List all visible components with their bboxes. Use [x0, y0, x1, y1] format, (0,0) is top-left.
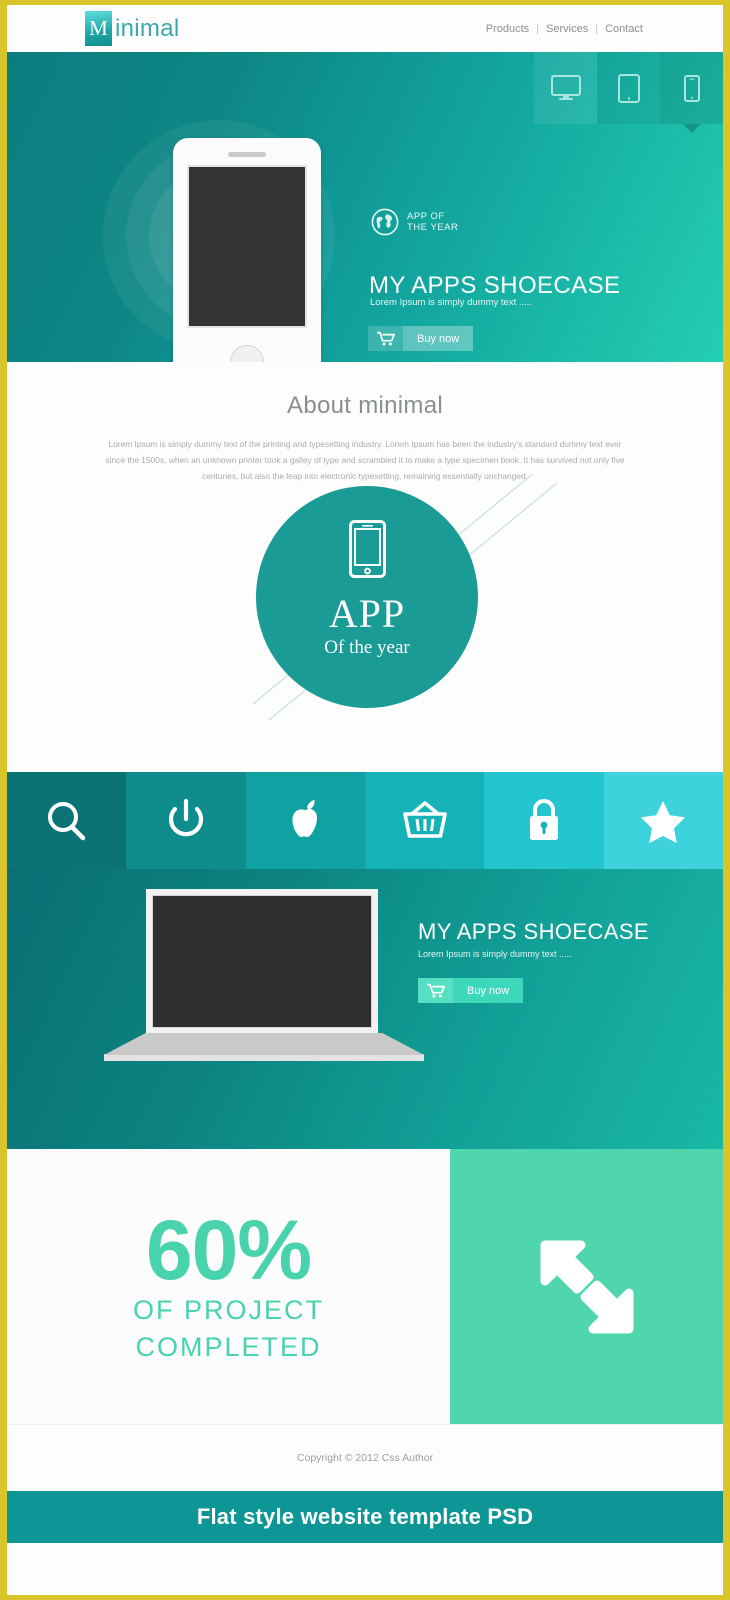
app-badge-wrapper: APP Of the year	[7, 474, 723, 734]
search-icon	[47, 801, 85, 840]
laptop-buy-now-label: Buy now	[453, 978, 524, 1003]
site-logo[interactable]: M inimal	[85, 11, 179, 46]
app-of-the-year-badge: APP OF THE YEAR	[371, 208, 458, 236]
lock-icon	[529, 798, 558, 840]
laptop-buy-now-button[interactable]: Buy now	[418, 978, 649, 1003]
logo-text: inimal	[115, 14, 180, 42]
phone-home-button	[230, 345, 264, 362]
nav-item-contact[interactable]: Contact	[605, 23, 643, 35]
laptop-subtitle: Lorem Ipsum is simply dummy text .....	[418, 949, 572, 959]
icon-cell-basket[interactable]	[364, 772, 485, 869]
app-of-the-year-circle: APP Of the year	[256, 486, 478, 708]
app-badge-word: APP	[328, 591, 406, 636]
star-icon	[641, 800, 686, 843]
device-switcher	[534, 52, 723, 124]
site-header: M inimal Products | Services | Contact	[7, 5, 723, 52]
icon-cell-star[interactable]	[603, 772, 723, 869]
progress-label-line-2: COMPLETED	[135, 1331, 322, 1362]
shopping-cart-icon	[368, 326, 403, 351]
bottom-banner: Flat style website template PSD	[7, 1491, 723, 1543]
nav-item-services[interactable]: Services	[546, 23, 588, 35]
site-footer: Copyright © 2012 Css Author www.heritage…	[7, 1424, 723, 1503]
feature-icon-strip	[7, 772, 723, 869]
icon-cell-power[interactable]	[126, 772, 246, 869]
banner-title: Flat style website template PSD	[196, 1504, 534, 1529]
laptop-title: MY APPS SHOECASE	[418, 919, 649, 944]
stats-section: 60% OF PROJECT COMPLETED	[7, 1149, 723, 1424]
desktop-icon	[550, 75, 581, 100]
nav-separator: |	[595, 22, 599, 35]
about-section: About minimal Lorem Ipsum is simply dumm…	[7, 362, 723, 772]
badge-text-block: APP OF THE YEAR	[407, 211, 458, 234]
nav-separator: |	[536, 22, 540, 35]
apple-icon	[292, 799, 318, 837]
icon-cell-apple[interactable]	[245, 772, 365, 869]
logo-mark: M	[85, 11, 112, 46]
laptop-hinge	[104, 1054, 424, 1061]
mobile-phone-icon	[348, 520, 386, 583]
laptop-lid	[146, 889, 378, 1034]
icon-cell-lock[interactable]	[484, 772, 604, 869]
laptop-screen	[152, 895, 372, 1028]
icon-cell-search[interactable]	[7, 772, 127, 869]
template-preview-page: M inimal Products | Services | Contact A…	[0, 0, 730, 1600]
phone-speaker	[228, 152, 266, 157]
main-navigation: Products | Services | Contact	[486, 23, 643, 35]
globe-icon	[371, 208, 399, 236]
copyright-text: Copyright © 2012 Css Author	[296, 1452, 434, 1464]
power-icon	[168, 798, 204, 836]
shopping-cart-icon	[418, 978, 453, 1003]
device-tab-desktop[interactable]	[534, 52, 597, 124]
app-badge-subtitle: Of the year	[324, 637, 410, 658]
phone-icon	[683, 74, 700, 102]
hero-buy-now-button[interactable]: Buy now	[368, 326, 474, 351]
progress-percent: 60%	[145, 1202, 312, 1297]
nav-item-products[interactable]: Products	[486, 23, 529, 35]
progress-stat-panel: 60% OF PROJECT COMPLETED	[7, 1149, 450, 1424]
laptop-mockup	[104, 889, 424, 1084]
laptop-base	[104, 1033, 424, 1055]
hero-title: MY APPS SHOECASE	[369, 272, 621, 299]
device-tab-tablet[interactable]	[597, 52, 660, 124]
tablet-icon	[617, 73, 640, 103]
progress-label-line-1: OF PROJECT	[132, 1294, 324, 1325]
phone-screen	[187, 165, 307, 328]
hero-section: APP OF THE YEAR MY APPS SHOECASE Lorem I…	[7, 52, 723, 362]
badge-line-2: THE YEAR	[407, 222, 459, 233]
expand-arrows-panel	[450, 1149, 723, 1424]
phone-mockup	[173, 138, 321, 362]
laptop-text-block: MY APPS SHOECASE Lorem Ipsum is simply d…	[418, 919, 649, 1003]
hero-subtitle: Lorem Ipsum is simply dummy text .....	[370, 297, 533, 308]
basket-icon	[402, 800, 447, 838]
about-title: About minimal	[287, 392, 443, 419]
badge-line-1: APP OF	[407, 210, 445, 222]
expand-diagonal-arrows-icon	[540, 1240, 633, 1333]
hero-buy-now-label: Buy now	[403, 326, 474, 351]
device-tab-phone[interactable]	[660, 52, 723, 124]
laptop-showcase-section: MY APPS SHOECASE Lorem Ipsum is simply d…	[7, 869, 723, 1149]
